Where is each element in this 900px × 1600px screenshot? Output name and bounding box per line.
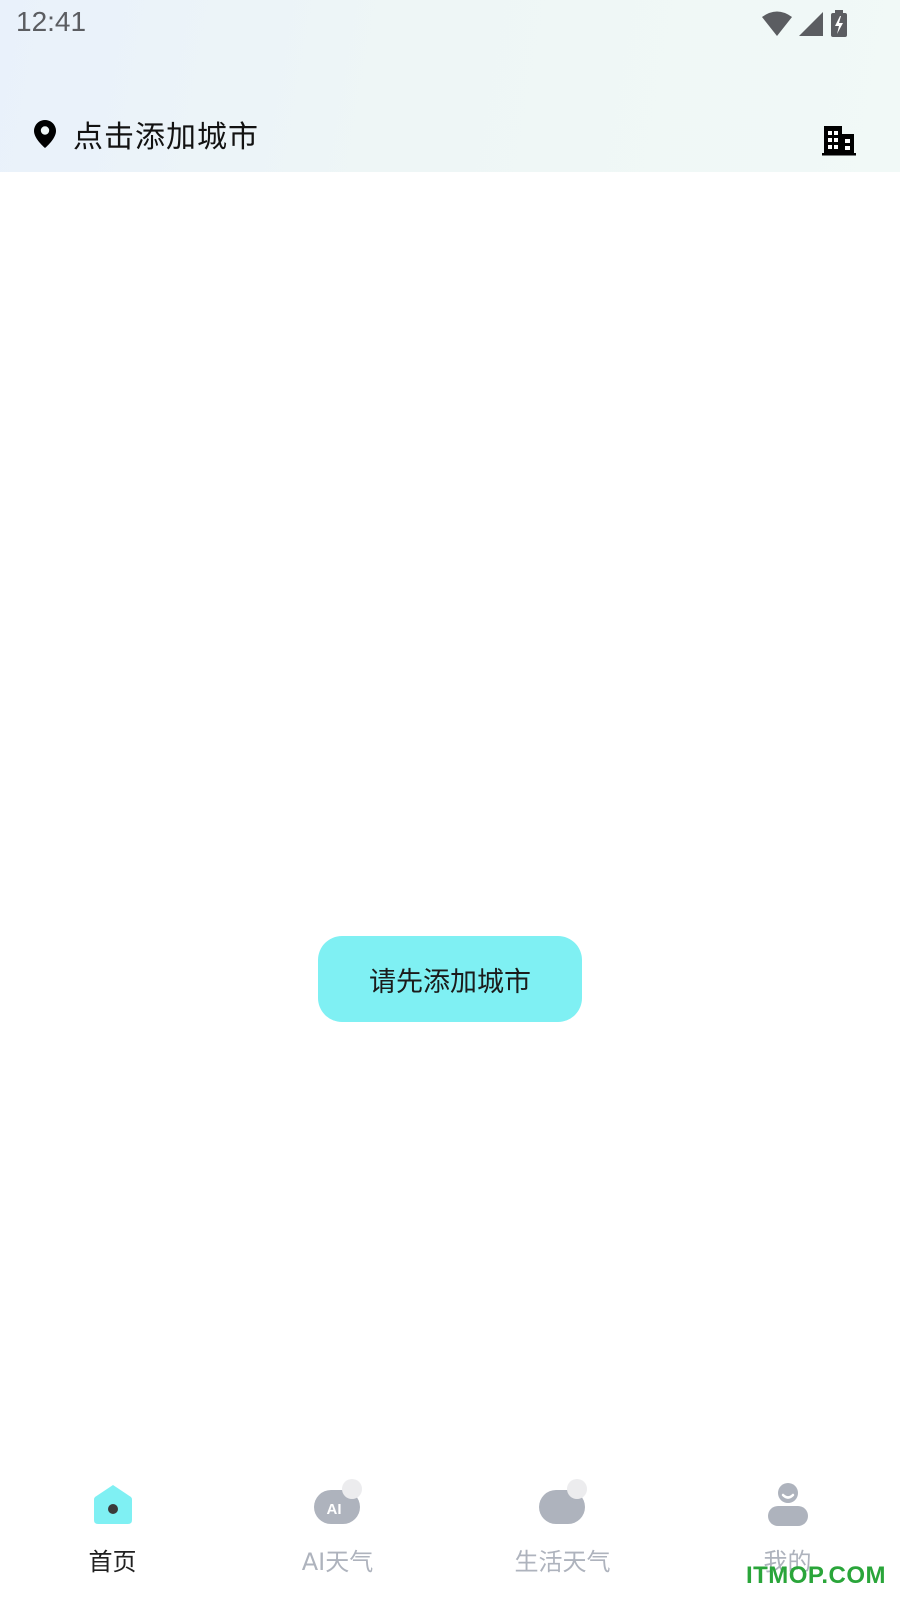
app-screen: 12:41 点击添加城市 请先添加城市 首页 AI AI天气 生活天气 我的 I… — [0, 0, 900, 1600]
nav-item-home[interactable]: 首页 — [0, 1458, 225, 1600]
nav-label-ai-weather: AI天气 — [301, 1548, 374, 1576]
map-pin-icon — [34, 120, 56, 148]
location-label: 点击添加城市 — [73, 120, 259, 155]
add-city-button[interactable]: 请先添加城市 — [318, 936, 582, 1022]
home-icon — [93, 1485, 132, 1524]
svg-text:AI: AI — [326, 1501, 341, 1518]
wifi-icon — [762, 11, 792, 36]
ai-cloud-icon: AI — [313, 1479, 362, 1524]
site-watermark: ITMOP.COM — [745, 1562, 886, 1589]
battery-charging-icon — [831, 10, 847, 37]
status-icons — [762, 10, 848, 38]
location-selector[interactable]: 点击添加城市 — [33, 112, 259, 156]
buildings-icon — [822, 126, 856, 156]
cloud-sun-icon — [538, 1479, 587, 1524]
nav-item-life-weather[interactable]: 生活天气 — [450, 1458, 675, 1600]
status-time: 12:41 — [16, 6, 87, 37]
nav-label-home: 首页 — [88, 1548, 137, 1576]
nav-label-life-weather: 生活天气 — [514, 1548, 611, 1576]
person-icon — [767, 1483, 808, 1526]
nav-item-ai-weather[interactable]: AI AI天气 — [225, 1458, 450, 1600]
cell-signal-icon — [799, 12, 823, 36]
city-manage-button[interactable] — [820, 120, 860, 160]
